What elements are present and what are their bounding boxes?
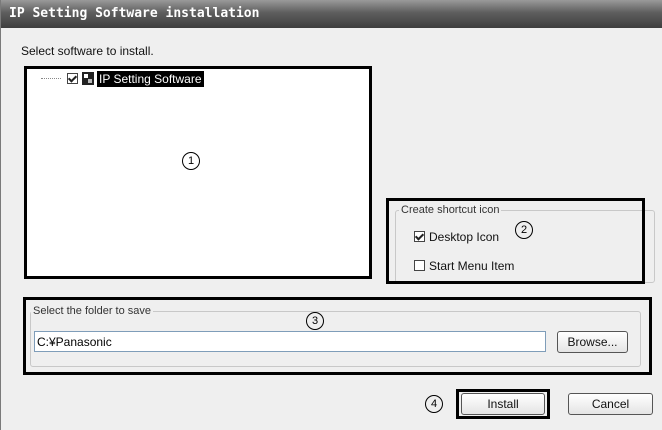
select-software-label: Select software to install. [21, 44, 154, 58]
cancel-button[interactable]: Cancel [568, 393, 653, 415]
tree-connector [41, 78, 61, 79]
callout-marker-2: 2 [515, 221, 533, 239]
software-package-icon [82, 72, 94, 85]
tree-item-ip-setting-software[interactable]: IP Setting Software [97, 71, 204, 87]
folder-group-title: Select the folder to save [31, 305, 154, 317]
start-menu-item-label[interactable]: Start Menu Item [429, 259, 514, 273]
window-title: IP Setting Software installation [1, 0, 662, 28]
shortcut-group-title: Create shortcut icon [399, 204, 502, 216]
callout-marker-4: 4 [425, 395, 443, 413]
install-button[interactable]: Install [461, 393, 545, 415]
start-menu-item-checkbox[interactable] [414, 260, 425, 271]
install-folder-input[interactable] [34, 331, 546, 352]
callout-marker-1: 1 [182, 152, 200, 170]
ip-setting-software-checkbox[interactable] [67, 73, 78, 84]
desktop-icon-label[interactable]: Desktop Icon [429, 230, 499, 244]
browse-button[interactable]: Browse... [557, 331, 628, 353]
desktop-icon-checkbox[interactable] [414, 231, 425, 242]
installer-window: IP Setting Software installation Select … [0, 0, 662, 430]
software-tree[interactable]: IP Setting Software [24, 66, 372, 279]
callout-marker-3: 3 [306, 312, 324, 330]
